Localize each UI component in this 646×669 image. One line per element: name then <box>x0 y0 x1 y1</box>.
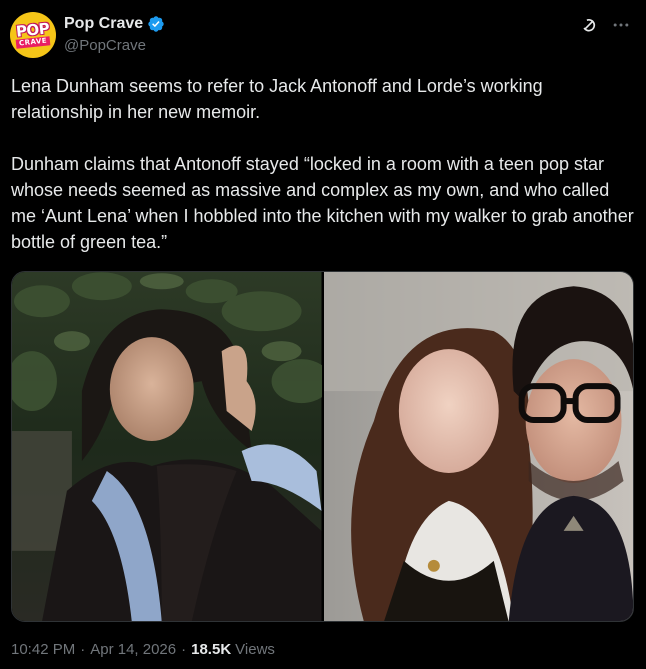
tweet-header: POP CRAVE Pop Crave @PopCrave <box>10 10 636 60</box>
tweet-text: Lena Dunham seems to refer to Jack Anton… <box>11 73 636 255</box>
more-icon[interactable] <box>610 14 632 36</box>
tweet: POP CRAVE Pop Crave @PopCrave Lena Dunha… <box>0 0 646 669</box>
author-name-row: Pop Crave <box>64 15 165 33</box>
meta-separator: · <box>181 641 187 658</box>
views-count[interactable]: 18.5K <box>191 641 231 658</box>
media-photo-left[interactable] <box>12 272 322 621</box>
tweet-media <box>11 271 634 622</box>
tweet-meta: 10:42 PM · Apr 14, 2026 · 18.5K Views <box>11 641 275 658</box>
views-label: Views <box>235 641 275 658</box>
tweet-paragraph-1: Lena Dunham seems to refer to Jack Anton… <box>11 76 543 122</box>
photo-woman-seated <box>12 272 322 621</box>
avatar[interactable]: POP CRAVE <box>10 12 56 58</box>
tweet-date[interactable]: Apr 14, 2026 <box>90 641 176 658</box>
tweet-paragraph-2: Dunham claims that Antonoff stayed “lock… <box>11 154 634 252</box>
media-photo-right[interactable] <box>323 272 633 621</box>
tweet-timestamp[interactable]: 10:42 PM <box>11 641 75 658</box>
author-display-name[interactable]: Pop Crave <box>64 15 143 33</box>
verified-badge-icon[interactable] <box>147 15 165 33</box>
meta-separator: · <box>80 641 86 658</box>
photo-couple-portrait <box>323 272 633 621</box>
author-handle[interactable]: @PopCrave <box>64 37 146 54</box>
grok-icon[interactable] <box>578 14 600 36</box>
